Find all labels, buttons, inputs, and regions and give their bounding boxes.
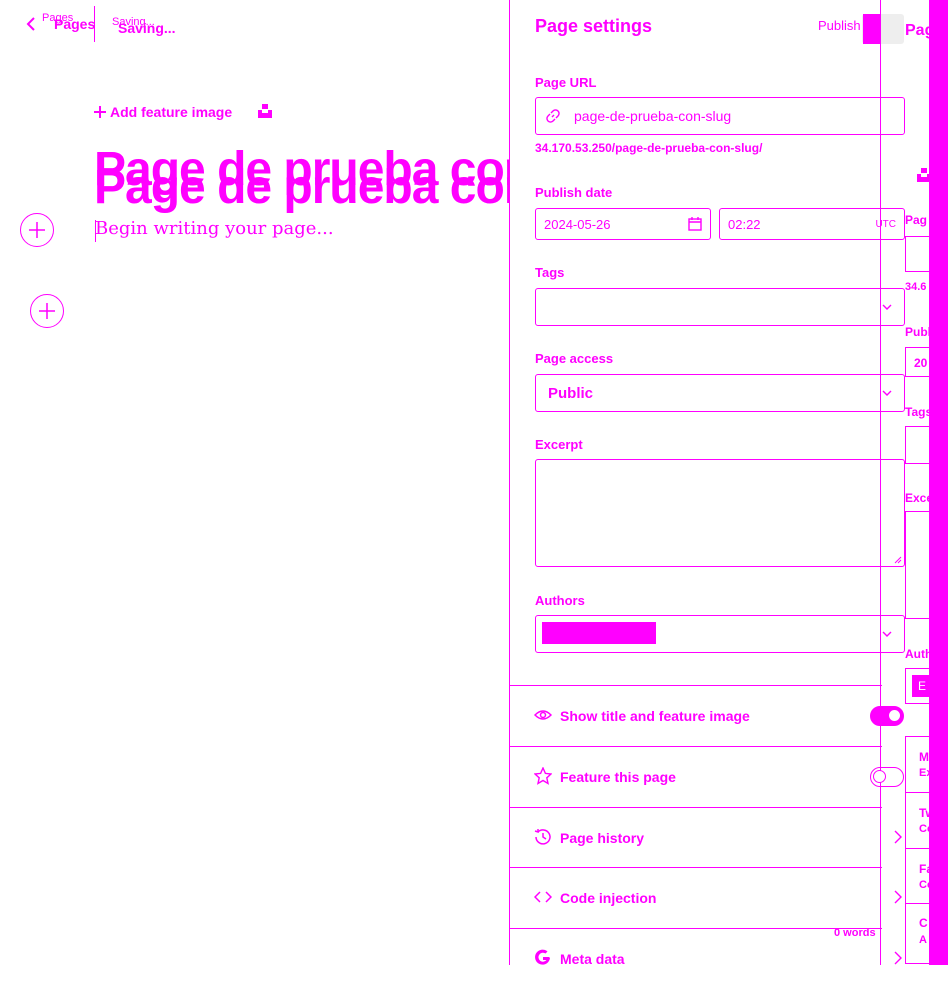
page-access-select[interactable]: Public bbox=[535, 374, 905, 412]
eye-icon bbox=[534, 710, 552, 720]
page-access-value: Public bbox=[548, 384, 594, 402]
code-injection-row[interactable]: Code injection bbox=[510, 867, 902, 927]
tags-input[interactable] bbox=[535, 288, 905, 326]
ghost-divider bbox=[905, 792, 935, 793]
authors-input[interactable] bbox=[535, 615, 905, 653]
unsplash-icon bbox=[917, 168, 931, 182]
publish-date-label: Publish date bbox=[535, 185, 613, 200]
ghost-excerpt-box bbox=[905, 511, 945, 619]
ghost-c: C bbox=[919, 916, 928, 930]
tags-label: Tags bbox=[535, 265, 565, 280]
unsplash-icon[interactable] bbox=[258, 104, 272, 123]
ghost-fa: Fa bbox=[919, 862, 934, 876]
ghost-authors-box: E bbox=[905, 668, 945, 704]
editor-topbar: Pages Pages Saving... Saving... bbox=[0, 0, 510, 56]
word-count: 0 words bbox=[834, 927, 876, 939]
page-url-value: page-de-prueba-con-slug bbox=[574, 108, 732, 124]
ghost-date-fragment: 20 bbox=[914, 356, 928, 370]
sidebar-icon bbox=[863, 14, 881, 44]
page-access-label: Page access bbox=[535, 351, 614, 366]
body-placeholder[interactable]: Begin writing your page... bbox=[95, 218, 334, 239]
ghost-ex: Ex bbox=[919, 767, 933, 779]
code-injection-label: Code injection bbox=[560, 889, 657, 906]
page-history-label: Page history bbox=[560, 829, 645, 846]
ghost-page-label: Pag bbox=[905, 213, 928, 227]
ghost-title: Pag bbox=[905, 22, 935, 39]
code-icon bbox=[534, 891, 552, 903]
show-title-label: Show title and feature image bbox=[560, 707, 750, 724]
chevron-left-icon bbox=[26, 17, 35, 31]
page-url-hint: 34.170.53.250/page-de-prueba-con-slug/ bbox=[535, 141, 763, 155]
add-feature-image-label: Add feature image bbox=[110, 104, 233, 120]
ghost-co2: Co bbox=[919, 879, 934, 891]
author-token[interactable] bbox=[542, 622, 656, 644]
plus-icon bbox=[94, 106, 106, 118]
ghost-tags-fragment: Tags bbox=[905, 405, 933, 419]
page-settings-panel: Page settings Publish ▼ Page URL page-de… bbox=[509, 0, 905, 967]
panel-title: Page settings bbox=[535, 16, 653, 36]
page-title-ghost: Page de prueba con slug bbox=[94, 161, 510, 214]
topbar-divider bbox=[94, 6, 95, 42]
feature-page-label: Feature this page bbox=[560, 768, 676, 785]
plus-icon bbox=[29, 222, 45, 238]
page-url-input[interactable]: page-de-prueba-con-slug bbox=[535, 97, 905, 135]
ghost-publish-fragment: Publ bbox=[905, 325, 931, 339]
history-icon bbox=[534, 829, 551, 845]
ghost-panel-strip: Pag Pag 34.6 Publ 20 Tags Exce Auth E M … bbox=[881, 0, 948, 965]
publish-date-value: 2024-05-26 bbox=[544, 216, 611, 232]
page-history-row[interactable]: Page history bbox=[510, 807, 902, 867]
show-title-row[interactable]: Show title and feature image bbox=[510, 685, 904, 745]
authors-label: Authors bbox=[535, 593, 585, 608]
excerpt-label: Excerpt bbox=[535, 437, 583, 452]
publish-label: Publish bbox=[818, 18, 861, 33]
page-url-label: Page URL bbox=[535, 75, 597, 90]
calendar-icon bbox=[688, 217, 702, 231]
publish-date-input[interactable]: 2024-05-26 bbox=[535, 208, 711, 240]
ghost-divider bbox=[905, 903, 935, 904]
ghost-authors-fragment: Auth bbox=[905, 647, 933, 661]
ghost-m: M bbox=[919, 750, 929, 764]
ghost-excerpt-fragment: Exce bbox=[905, 491, 934, 505]
ghost-co1: Co bbox=[919, 823, 934, 835]
feature-page-row[interactable]: Feature this page bbox=[510, 746, 904, 806]
excerpt-textarea[interactable] bbox=[535, 459, 905, 567]
add-card-button[interactable] bbox=[20, 213, 54, 247]
back-to-pages-link[interactable]: Pages Pages bbox=[26, 12, 95, 32]
star-icon bbox=[534, 767, 552, 785]
ghost-a: A bbox=[919, 934, 927, 946]
google-icon bbox=[535, 949, 550, 965]
add-card-button-secondary[interactable] bbox=[30, 294, 64, 328]
ghost-url-fragment: 34.6 bbox=[905, 281, 927, 293]
ghost-tw: Tw bbox=[919, 806, 935, 820]
publish-time-value: 02:22 bbox=[728, 216, 761, 232]
page-title-field[interactable]: Page de prueba con slug Page de prueba c… bbox=[94, 140, 510, 220]
publish-time-input[interactable]: 02:22 UTC bbox=[719, 208, 905, 240]
ghost-chip: E bbox=[912, 675, 932, 697]
meta-data-label: Meta data bbox=[560, 950, 625, 967]
link-icon bbox=[546, 109, 560, 123]
ghost-date-box: 20 bbox=[905, 347, 945, 377]
back-label-ghost: Pages bbox=[42, 12, 74, 24]
save-status-ghost: Saving... bbox=[112, 16, 155, 28]
meta-data-row[interactable]: Meta data bbox=[510, 928, 902, 988]
ghost-url-box bbox=[905, 236, 945, 272]
add-feature-image-button[interactable]: Add feature image bbox=[94, 104, 232, 120]
plus-icon bbox=[39, 303, 55, 319]
ghost-divider bbox=[905, 848, 935, 849]
ghost-tags-box bbox=[905, 426, 945, 464]
save-status: Saving... Saving... bbox=[112, 16, 176, 36]
